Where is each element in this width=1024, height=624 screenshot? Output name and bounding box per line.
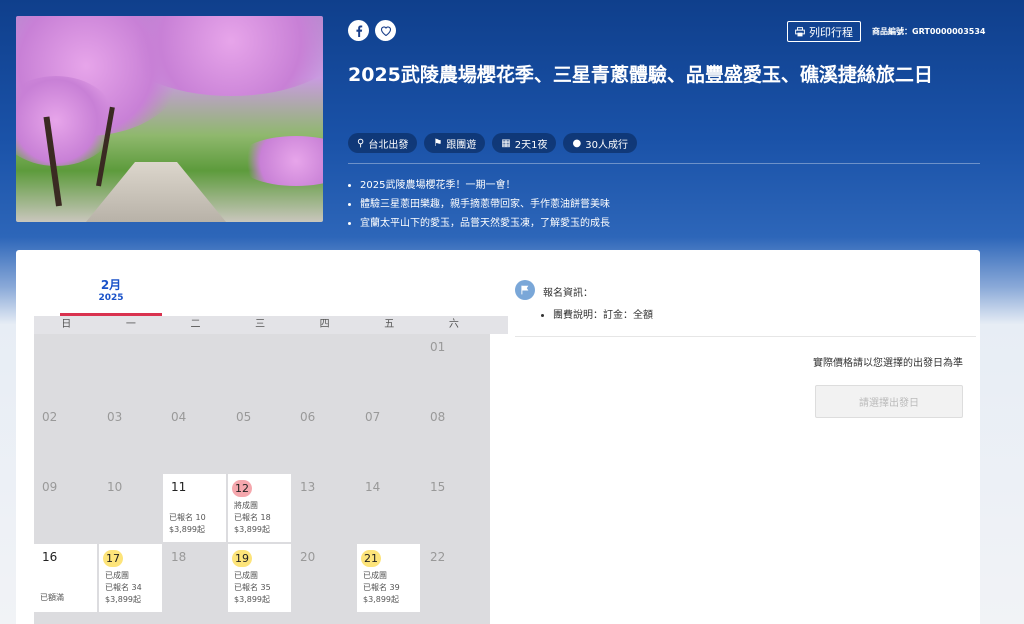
departure-calendar: 日 一 二 三 四 五 六 01 02 03 04 05 06 07 08 09… <box>34 316 508 624</box>
price-note: 實際價格請以您選擇的出發日為準 <box>813 358 963 369</box>
calendar-day: 08 <box>430 410 446 424</box>
calendar-day: 02 <box>42 410 58 424</box>
highlight-item: 宜蘭太平山下的愛玉，品嘗天然愛玉凍，了解愛玉的成長 <box>360 214 610 233</box>
hero-divider <box>348 163 980 164</box>
weekday-label: 一 <box>125 319 136 330</box>
weekday-label: 五 <box>384 319 395 330</box>
tour-tags: ⚲ 台北出發 ⚑ 跟團遊 ▦ 2天1夜 ● 30人成行 <box>348 133 637 153</box>
fee-note: 團費說明：訂金：全額 <box>553 306 653 321</box>
tag-tour-type: ⚑ 跟團遊 <box>424 133 486 153</box>
weekday-header: 日 一 二 三 四 五 六 <box>34 316 508 334</box>
date-highlight: 21 <box>361 550 381 567</box>
calendar-day: 09 <box>42 480 58 494</box>
registration-divider <box>515 336 976 337</box>
calendar-day: 06 <box>300 410 316 424</box>
calendar-day: 15 <box>430 480 446 494</box>
calendar-day: 07 <box>365 410 381 424</box>
registration-info-icon <box>515 280 535 300</box>
calendar-day: 18 <box>171 550 187 564</box>
highlight-item: 2025武陵農場櫻花季！一期一會！ <box>360 176 610 195</box>
heart-icon <box>380 26 391 36</box>
calendar-day: 01 <box>430 340 446 354</box>
calendar-day-available[interactable]: 12 將成團 已報名 18 $3,899起 <box>228 474 291 542</box>
highlight-item: 體驗三星蔥田樂趣，親手摘蔥帶回家、手作蔥油餅嘗美味 <box>360 195 610 214</box>
tag-duration: ▦ 2天1夜 <box>492 133 557 153</box>
weekday-label: 二 <box>190 319 201 330</box>
user-icon: ● <box>572 137 582 149</box>
date-highlight: 12 <box>232 480 252 497</box>
registration-title: 報名資訊： <box>543 288 593 299</box>
calendar-day: 03 <box>107 410 123 424</box>
select-departure-button[interactable]: 請選擇出發日 <box>815 385 963 418</box>
calendar-icon: ▦ <box>501 137 511 149</box>
month-tab[interactable]: 2月 2025 <box>60 276 162 316</box>
tag-min-group: ● 30人成行 <box>563 133 637 153</box>
calendar-day-available[interactable]: 21 已成團 已報名 39 $3,899起 <box>357 544 420 612</box>
weekday-label: 四 <box>319 319 330 330</box>
favorite-button[interactable] <box>375 20 396 41</box>
facebook-share-button[interactable] <box>348 20 369 41</box>
calendar-day-available[interactable]: 19 已成團 已報名 35 $3,899起 <box>228 544 291 612</box>
calendar-day-available[interactable]: 17 已成團 已報名 34 $3,899起 <box>99 544 162 612</box>
tag-departure: ⚲ 台北出發 <box>348 133 418 153</box>
print-itinerary-button[interactable]: 列印行程 <box>787 21 861 42</box>
tour-photo <box>16 16 323 222</box>
flag-icon <box>521 285 529 295</box>
map-pin-icon: ⚲ <box>357 137 365 149</box>
calendar-day: 22 <box>430 550 446 564</box>
booking-panel: 2月 2025 日 一 二 三 四 五 六 01 02 03 04 05 06 … <box>16 250 980 624</box>
calendar-day: 10 <box>107 480 123 494</box>
calendar-day: 13 <box>300 480 316 494</box>
flag-icon: ⚑ <box>433 137 443 149</box>
registration-list: 團費說明：訂金：全額 <box>553 306 653 321</box>
tour-highlights: 2025武陵農場櫻花季！一期一會！ 體驗三星蔥田樂趣，親手摘蔥帶回家、手作蔥油餅… <box>360 176 610 233</box>
weekday-label: 日 <box>61 319 72 330</box>
printer-icon <box>795 26 805 36</box>
calendar-day-full[interactable]: 16 已額滿 <box>34 544 97 612</box>
weekday-label: 六 <box>448 319 459 330</box>
weekday-label: 三 <box>255 319 266 330</box>
calendar-day-available[interactable]: 11 已報名 10 $3,899起 <box>163 474 226 542</box>
tour-title: 2025武陵農場櫻花季、三星青蔥體驗、品豐盛愛玉、礁溪捷絲旅二日 <box>348 64 933 86</box>
facebook-icon <box>355 24 362 37</box>
date-highlight: 17 <box>103 550 123 567</box>
calendar-day: 14 <box>365 480 381 494</box>
print-button-label: 列印行程 <box>809 25 853 39</box>
month-label: 2月 <box>100 278 122 292</box>
product-code: 商品編號：GRT0000003534 <box>872 27 986 36</box>
calendar-day: 20 <box>300 550 316 564</box>
calendar-day: 04 <box>171 410 187 424</box>
year-label: 2025 <box>98 293 124 303</box>
date-highlight: 19 <box>232 550 252 567</box>
calendar-day: 05 <box>236 410 252 424</box>
calendar-grid: 01 02 03 04 05 06 07 08 09 10 11 已報名 10 … <box>34 334 490 624</box>
